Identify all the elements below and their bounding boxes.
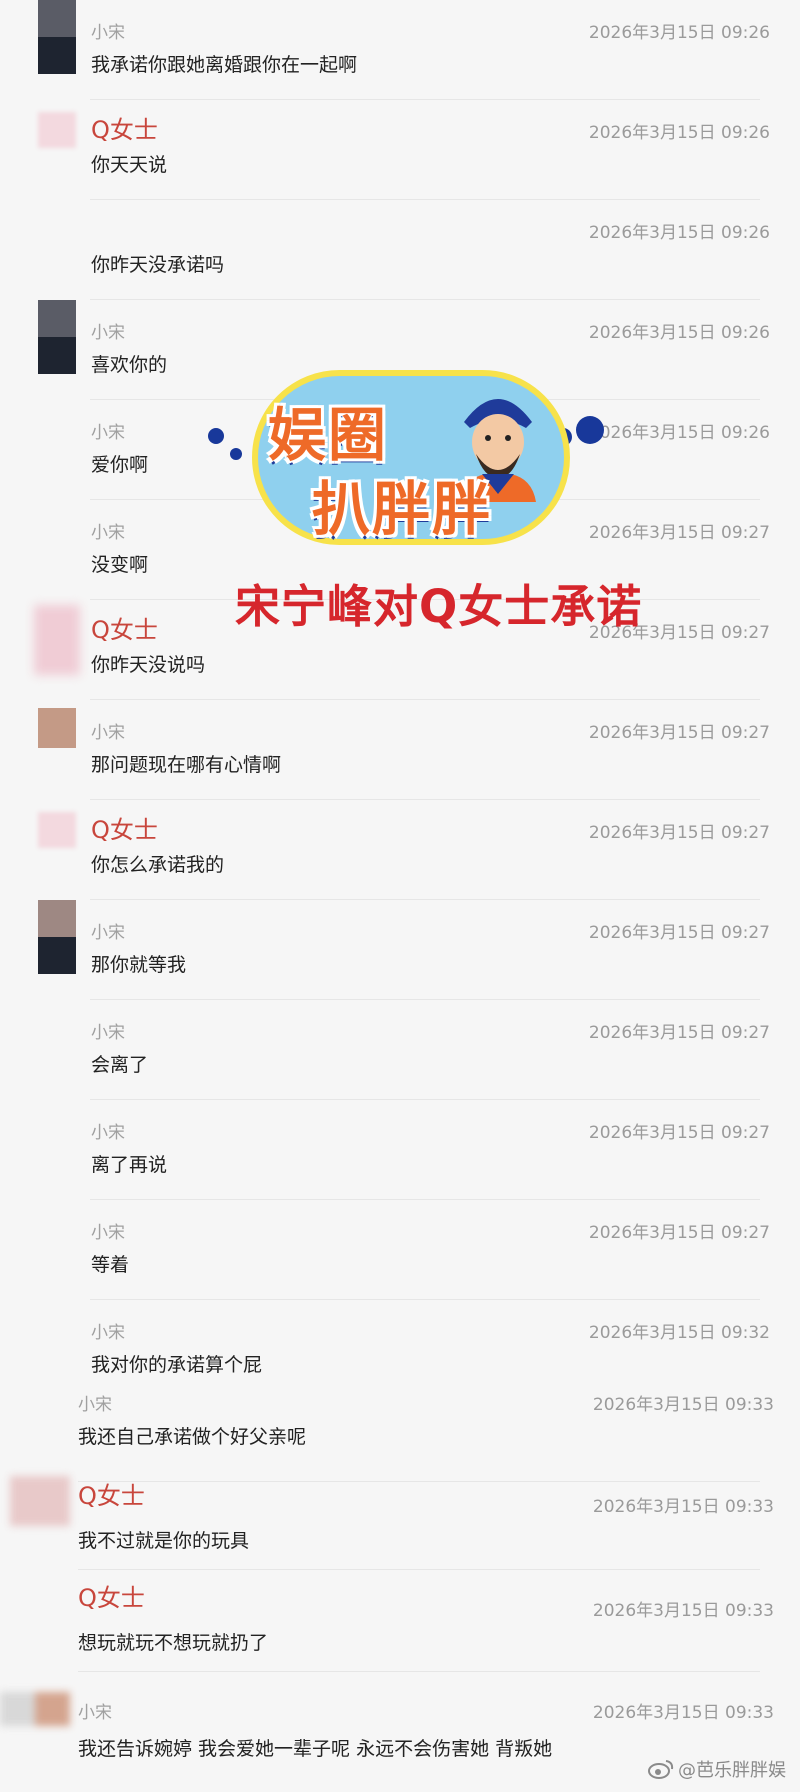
message-row: 小宋 2026年3月15日 09:27 离了再说 (0, 1100, 800, 1200)
timestamp: 2026年3月15日 09:27 (588, 923, 770, 943)
sender-name: Q女士 (78, 1482, 145, 1510)
timestamp: 2026年3月15日 09:33 (592, 1703, 774, 1723)
watermark-text: @芭乐胖胖娱 (678, 1760, 786, 1781)
sender-name: 小宋 (91, 23, 125, 43)
message-row: 小宋 2026年3月15日 09:27 那问题现在哪有心情啊 (0, 700, 800, 800)
message-text: 等着 (91, 1254, 130, 1276)
message-row: 小宋 2026年3月15日 09:26 我承诺你跟她离婚跟你在一起啊 (0, 0, 800, 100)
channel-logo: 娱圈 扒胖胖 (208, 360, 608, 560)
sender-name: 小宋 (91, 523, 125, 543)
sender-name: 小宋 (91, 723, 125, 743)
avatar[interactable] (38, 812, 76, 848)
timestamp: 2026年3月15日 09:33 (592, 1395, 774, 1415)
watermark: @芭乐胖胖娱 (648, 1756, 786, 1782)
message-row: Q女士 2026年3月15日 09:33 想玩就玩不想玩就扔了 (0, 1572, 800, 1672)
message-text: 我还自己承诺做个好父亲呢 (78, 1426, 307, 1448)
message-row: 小宋 2026年3月15日 09:33 我还自己承诺做个好父亲呢 (0, 1382, 800, 1482)
message-text: 没变啊 (91, 554, 149, 576)
message-text: 离了再说 (91, 1154, 168, 1176)
sender-name: 小宋 (91, 1123, 125, 1143)
timestamp: 2026年3月15日 09:33 (592, 1601, 774, 1621)
message-text: 爱你啊 (91, 454, 149, 476)
message-text: 我承诺你跟她离婚跟你在一起啊 (91, 54, 358, 76)
message-text: 会离了 (91, 1054, 149, 1076)
timestamp: 2026年3月15日 09:26 (588, 323, 770, 343)
message-row: Q女士 2026年3月15日 09:27 你怎么承诺我的 (0, 800, 800, 900)
message-text: 我不过就是你的玩具 (78, 1530, 250, 1552)
message-row: 小宋 2026年3月15日 09:27 那你就等我 (0, 900, 800, 1000)
message-text: 喜欢你的 (91, 354, 168, 376)
message-text: 那问题现在哪有心情啊 (91, 754, 282, 776)
message-text: 那你就等我 (91, 954, 187, 976)
sender-name: 小宋 (91, 923, 125, 943)
timestamp: 2026年3月15日 09:33 (592, 1497, 774, 1517)
avatar[interactable] (38, 0, 76, 74)
message-row: Q女士 2026年3月15日 09:33 我不过就是你的玩具 (0, 1470, 800, 1570)
message-text: 你怎么承诺我的 (91, 854, 225, 876)
timestamp: 2026年3月15日 09:26 (588, 423, 770, 443)
timestamp: 2026年3月15日 09:27 (588, 1023, 770, 1043)
timestamp: 2026年3月15日 09:27 (588, 523, 770, 543)
overlay-caption: 宋宁峰对Q女士承诺 (235, 580, 643, 633)
sender-name: 小宋 (91, 423, 125, 443)
avatar[interactable] (10, 1476, 70, 1526)
message-text: 你昨天没承诺吗 (91, 254, 225, 276)
timestamp: 2026年3月15日 09:27 (588, 823, 770, 843)
sender-name: 小宋 (91, 1223, 125, 1243)
avatar[interactable] (38, 900, 76, 974)
sender-name: 小宋 (91, 1323, 125, 1343)
logo-dot (576, 416, 604, 444)
message-text: 你天天说 (91, 154, 168, 176)
timestamp: 2026年3月15日 09:26 (588, 123, 770, 143)
sender-name: Q女士 (91, 116, 158, 144)
timestamp: 2026年3月15日 09:26 (588, 223, 770, 243)
message-row: 小宋 2026年3月15日 09:32 我对你的承诺算个屁 (0, 1300, 800, 1380)
sender-name: 小宋 (91, 323, 125, 343)
sender-name: 小宋 (78, 1703, 112, 1723)
message-row: 2026年3月15日 09:26 你昨天没承诺吗 (0, 200, 800, 300)
avatar[interactable] (38, 112, 76, 148)
logo-text-line2: 扒胖胖 (312, 475, 493, 543)
divider (78, 1569, 760, 1570)
sender-name: Q女士 (78, 1584, 145, 1612)
timestamp: 2026年3月15日 09:32 (588, 1323, 770, 1343)
timestamp: 2026年3月15日 09:27 (588, 1223, 770, 1243)
avatar[interactable] (34, 605, 80, 675)
message-text: 想玩就玩不想玩就扔了 (78, 1632, 269, 1654)
avatar[interactable] (38, 708, 76, 748)
timestamp: 2026年3月15日 09:26 (588, 23, 770, 43)
message-text: 你昨天没说吗 (91, 654, 206, 676)
logo-text-line1: 娱圈 (268, 401, 389, 469)
sender-name: Q女士 (91, 616, 158, 644)
timestamp: 2026年3月15日 09:27 (588, 1123, 770, 1143)
avatar[interactable] (0, 1692, 70, 1726)
message-row: 小宋 2026年3月15日 09:27 会离了 (0, 1000, 800, 1100)
avatar[interactable] (38, 300, 76, 374)
message-row: 小宋 2026年3月15日 09:27 等着 (0, 1200, 800, 1300)
sender-name: 小宋 (91, 1023, 125, 1043)
message-text: 我还告诉婉婷 我会爱她一辈子呢 永远不会伤害她 背叛她 (78, 1738, 553, 1760)
message-row: Q女士 2026年3月15日 09:26 你天天说 (0, 100, 800, 200)
logo-dot (230, 448, 242, 460)
logo-dot (208, 428, 224, 444)
weibo-icon (648, 1760, 674, 1779)
divider (78, 1671, 760, 1672)
timestamp: 2026年3月15日 09:27 (588, 723, 770, 743)
sender-name: 小宋 (78, 1395, 112, 1415)
sender-name: Q女士 (91, 816, 158, 844)
message-text: 我对你的承诺算个屁 (91, 1354, 263, 1376)
